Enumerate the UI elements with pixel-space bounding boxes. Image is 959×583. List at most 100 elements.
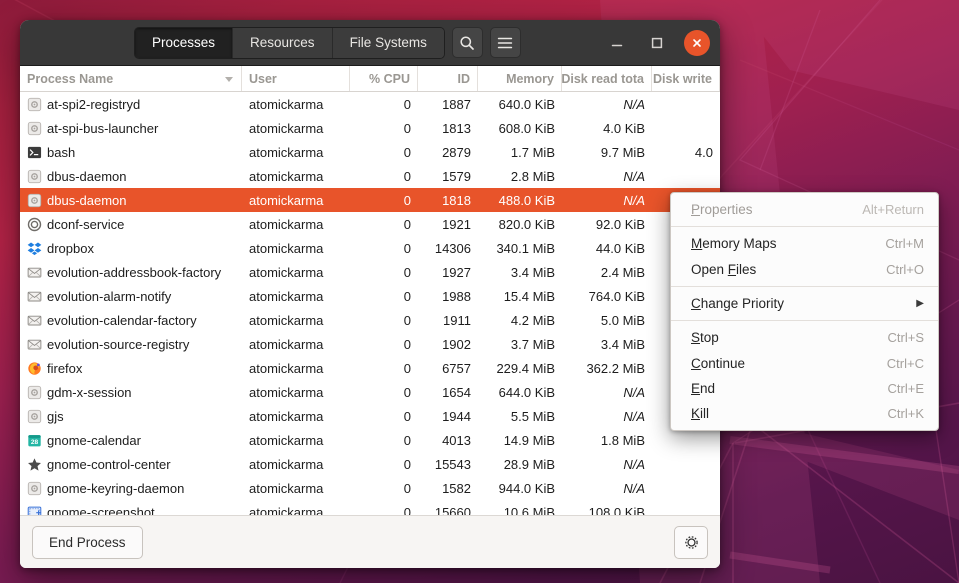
user-cell: atomickarma: [242, 217, 350, 232]
process-row[interactable]: 28gnome-calendaratomickarma0401314.9 MiB…: [20, 428, 720, 452]
user-cell: atomickarma: [242, 193, 350, 208]
main-menu-button[interactable]: [490, 27, 521, 58]
memory-cell: 340.1 MiB: [478, 241, 562, 256]
dconf-icon: [27, 217, 42, 232]
column-header-disk-write[interactable]: Disk write: [652, 66, 720, 91]
process-name-cell: evolution-calendar-factory: [20, 313, 242, 328]
process-name-cell: evolution-source-registry: [20, 337, 242, 352]
process-name-label: at-spi-bus-launcher: [47, 121, 158, 136]
process-name-cell: gnome-control-center: [20, 457, 242, 472]
close-button[interactable]: [684, 30, 710, 56]
cpu-cell: 0: [350, 337, 418, 352]
process-row[interactable]: at-spi-bus-launcheratomickarma01813608.0…: [20, 116, 720, 140]
process-name-label: evolution-alarm-notify: [47, 289, 171, 304]
process-row[interactable]: evolution-alarm-notifyatomickarma0198815…: [20, 284, 720, 308]
cpu-cell: 0: [350, 409, 418, 424]
search-button[interactable]: [452, 27, 483, 58]
svg-text:28: 28: [31, 438, 39, 445]
tab-resources[interactable]: Resources: [233, 28, 333, 58]
menu-item-continue[interactable]: ContinueCtrl+C: [671, 350, 938, 375]
memory-cell: 5.5 MiB: [478, 409, 562, 424]
menu-item-change-priority[interactable]: Change Priority▶: [671, 291, 938, 316]
process-context-menu[interactable]: PropertiesAlt+Return Memory MapsCtrl+MOpe…: [670, 192, 939, 431]
process-list[interactable]: at-spi2-registrydatomickarma01887640.0 K…: [20, 92, 720, 515]
menu-item-memory-maps[interactable]: Memory MapsCtrl+M: [671, 231, 938, 256]
memory-cell: 3.4 MiB: [478, 265, 562, 280]
process-row[interactable]: gnome-keyring-daemonatomickarma01582944.…: [20, 476, 720, 500]
pid-cell: 1988: [418, 289, 478, 304]
minimize-button[interactable]: [604, 30, 630, 56]
menu-item-stop[interactable]: StopCtrl+S: [671, 325, 938, 350]
column-header-user[interactable]: User: [242, 66, 350, 91]
user-cell: atomickarma: [242, 169, 350, 184]
user-cell: atomickarma: [242, 145, 350, 160]
menu-item-accelerator: Ctrl+O: [886, 262, 924, 277]
process-name-cell: evolution-addressbook-factory: [20, 265, 242, 280]
process-row[interactable]: evolution-source-registryatomickarma0190…: [20, 332, 720, 356]
user-cell: atomickarma: [242, 409, 350, 424]
process-row[interactable]: at-spi2-registrydatomickarma01887640.0 K…: [20, 92, 720, 116]
process-name-label: gdm-x-session: [47, 385, 132, 400]
minimize-icon: [610, 36, 624, 50]
column-header-memory[interactable]: Memory: [478, 66, 562, 91]
disk-read-cell: N/A: [562, 97, 652, 112]
hamburger-menu-icon: [497, 36, 513, 50]
column-header-label: Disk write: [653, 72, 712, 86]
process-row[interactable]: bashatomickarma028791.7 MiB9.7 MiB4.0: [20, 140, 720, 164]
tab-processes[interactable]: Processes: [135, 28, 233, 58]
process-name-cell: 28gnome-calendar: [20, 433, 242, 448]
maximize-button[interactable]: [644, 30, 670, 56]
process-row[interactable]: gjsatomickarma019445.5 MiBN/A: [20, 404, 720, 428]
process-row[interactable]: gnome-screenshotatomickarma01566010.6 Mi…: [20, 500, 720, 515]
process-name-label: at-spi2-registryd: [47, 97, 140, 112]
process-row[interactable]: evolution-addressbook-factoryatomickarma…: [20, 260, 720, 284]
process-row[interactable]: dbus-daemonatomickarma015792.8 MiBN/A: [20, 164, 720, 188]
process-row[interactable]: dbus-daemonatomickarma01818488.0 KiBN/A: [20, 188, 720, 212]
process-row[interactable]: dconf-serviceatomickarma01921820.0 KiB92…: [20, 212, 720, 236]
disk-read-cell: 108.0 KiB: [562, 505, 652, 516]
settings-button[interactable]: [674, 526, 708, 559]
end-process-button[interactable]: End Process: [32, 526, 143, 559]
cpu-cell: 0: [350, 457, 418, 472]
menu-item-end[interactable]: EndCtrl+E: [671, 376, 938, 401]
generic-process-icon: [27, 481, 42, 496]
process-name-label: gnome-screenshot: [47, 505, 155, 516]
process-row[interactable]: evolution-calendar-factoryatomickarma019…: [20, 308, 720, 332]
memory-cell: 644.0 KiB: [478, 385, 562, 400]
tab-file-systems[interactable]: File Systems: [333, 28, 444, 58]
process-name-label: bash: [47, 145, 75, 160]
menu-item-label: End: [691, 381, 715, 396]
menu-item-kill[interactable]: KillCtrl+K: [671, 401, 938, 426]
pid-cell: 1902: [418, 337, 478, 352]
process-row[interactable]: firefoxatomickarma06757229.4 MiB362.2 Mi…: [20, 356, 720, 380]
cpu-cell: 0: [350, 289, 418, 304]
menu-item-open-files[interactable]: Open FilesCtrl+O: [671, 257, 938, 282]
disk-read-cell: 44.0 KiB: [562, 241, 652, 256]
process-name-cell: firefox: [20, 361, 242, 376]
table-column-headers: Process NameUser % CPU IDMemoryDisk read t…: [20, 66, 720, 92]
memory-cell: 3.7 MiB: [478, 337, 562, 352]
column-header-disk-read-tota[interactable]: Disk read tota: [562, 66, 652, 91]
process-row[interactable]: dropboxatomickarma014306340.1 MiB44.0 Ki…: [20, 236, 720, 260]
column-header-process-name[interactable]: Process Name: [20, 66, 242, 91]
disk-read-cell: N/A: [562, 457, 652, 472]
disk-read-cell: 5.0 MiB: [562, 313, 652, 328]
menu-item-properties[interactable]: PropertiesAlt+Return: [671, 197, 938, 222]
disk-read-cell: 9.7 MiB: [562, 145, 652, 160]
memory-cell: 14.9 MiB: [478, 433, 562, 448]
column-header-id[interactable]: ID: [418, 66, 478, 91]
column-header-label: Disk read tota: [562, 72, 644, 86]
user-cell: atomickarma: [242, 241, 350, 256]
menu-item-label: Stop: [691, 330, 719, 345]
column-header-cpu[interactable]: % CPU: [350, 66, 418, 91]
column-header-label: % CPU: [369, 72, 410, 86]
window-controls: [604, 30, 714, 56]
process-name-label: dbus-daemon: [47, 193, 127, 208]
process-row[interactable]: gnome-control-centeratomickarma01554328.…: [20, 452, 720, 476]
menu-item-label: Properties: [691, 202, 753, 217]
pid-cell: 15543: [418, 457, 478, 472]
dropbox-icon: [27, 241, 42, 256]
memory-cell: 944.0 KiB: [478, 481, 562, 496]
process-row[interactable]: gdm-x-sessionatomickarma01654644.0 KiBN/…: [20, 380, 720, 404]
process-name-label: evolution-calendar-factory: [47, 313, 197, 328]
